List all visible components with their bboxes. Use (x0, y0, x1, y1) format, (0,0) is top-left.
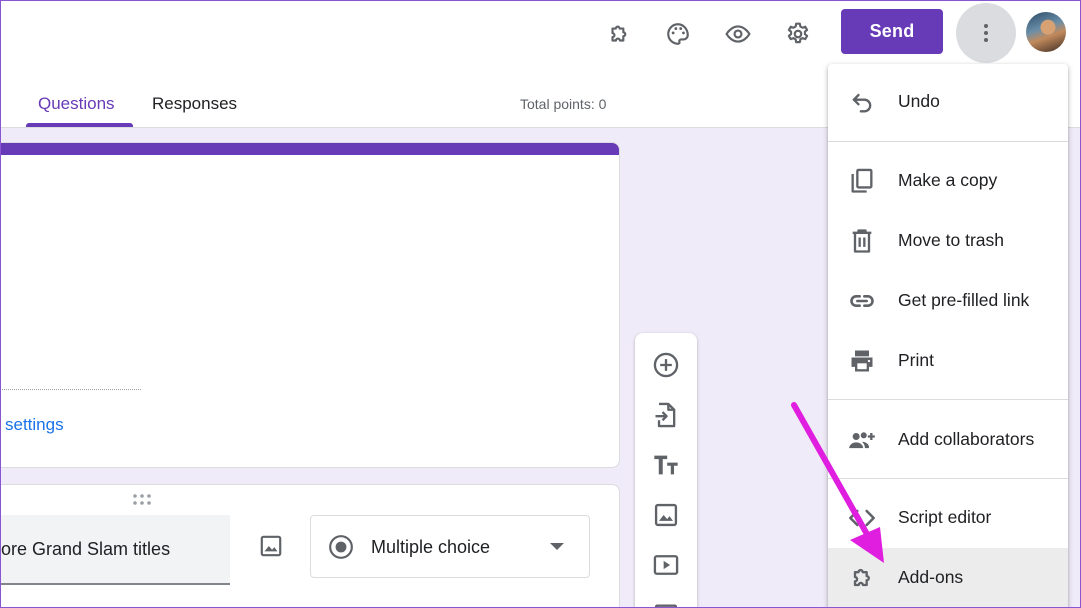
menu-item-label: Add collaborators (898, 429, 1035, 449)
more-vert-icon (984, 24, 988, 42)
description-field-underline[interactable] (0, 389, 141, 390)
menu-item-print[interactable]: Print (828, 331, 1068, 391)
menu-item-label: Make a copy (898, 170, 998, 190)
eye-icon[interactable] (718, 14, 758, 54)
import-questions-icon[interactable] (649, 398, 683, 432)
menu-item-get-prefilled-link[interactable]: Get pre-filled link (828, 271, 1068, 331)
undo-icon (848, 88, 876, 116)
menu-item-label: Print (898, 350, 934, 370)
active-tab-indicator (26, 123, 133, 127)
add-image-icon[interactable] (649, 498, 683, 532)
question-card: ore Grand Slam titles Multiple choice (0, 484, 620, 608)
settings-link[interactable]: settings (5, 415, 64, 435)
add-question-icon[interactable] (649, 348, 683, 382)
tab-questions[interactable]: Questions (38, 94, 115, 114)
menu-item-move-to-trash[interactable]: Move to trash (828, 211, 1068, 271)
question-type-select[interactable]: Multiple choice (310, 515, 590, 578)
palette-icon[interactable] (658, 14, 698, 54)
menu-divider (828, 141, 1068, 142)
avatar[interactable] (1026, 12, 1066, 52)
tab-responses[interactable]: Responses (152, 94, 237, 114)
more-options-button[interactable] (956, 3, 1016, 63)
chevron-down-icon (550, 543, 564, 550)
trash-icon (848, 227, 876, 255)
menu-item-label: Undo (898, 91, 940, 111)
gear-icon[interactable] (778, 14, 818, 54)
question-title-text: ore Grand Slam titles (1, 539, 171, 559)
menu-item-label: Script editor (898, 507, 992, 527)
floating-toolbar (635, 333, 697, 608)
menu-item-make-copy[interactable]: Make a copy (828, 151, 1068, 211)
add-title-icon[interactable] (649, 448, 683, 482)
menu-item-label: Move to trash (898, 230, 1005, 250)
form-title-card: settings (0, 142, 620, 468)
add-ons-icon[interactable] (599, 14, 639, 54)
add-video-icon[interactable] (649, 548, 683, 582)
drag-handle-icon[interactable] (130, 493, 154, 507)
radio-button-icon (329, 535, 353, 559)
add-section-icon[interactable] (649, 598, 683, 608)
add-image-icon[interactable] (255, 530, 287, 562)
question-title-input[interactable]: ore Grand Slam titles (1, 515, 230, 585)
menu-item-label: Add-ons (898, 567, 964, 587)
send-button[interactable]: Send (841, 9, 943, 54)
annotation-arrow (791, 402, 884, 563)
print-icon (848, 347, 876, 375)
total-points: Total points: 0 (520, 96, 607, 112)
menu-item-undo[interactable]: Undo (828, 72, 1068, 132)
menu-item-label: Get pre-filled link (898, 290, 1030, 310)
copy-icon (848, 167, 876, 195)
question-type-label: Multiple choice (371, 537, 491, 557)
link-icon (848, 287, 876, 315)
title-card-accent-bar (0, 143, 619, 155)
